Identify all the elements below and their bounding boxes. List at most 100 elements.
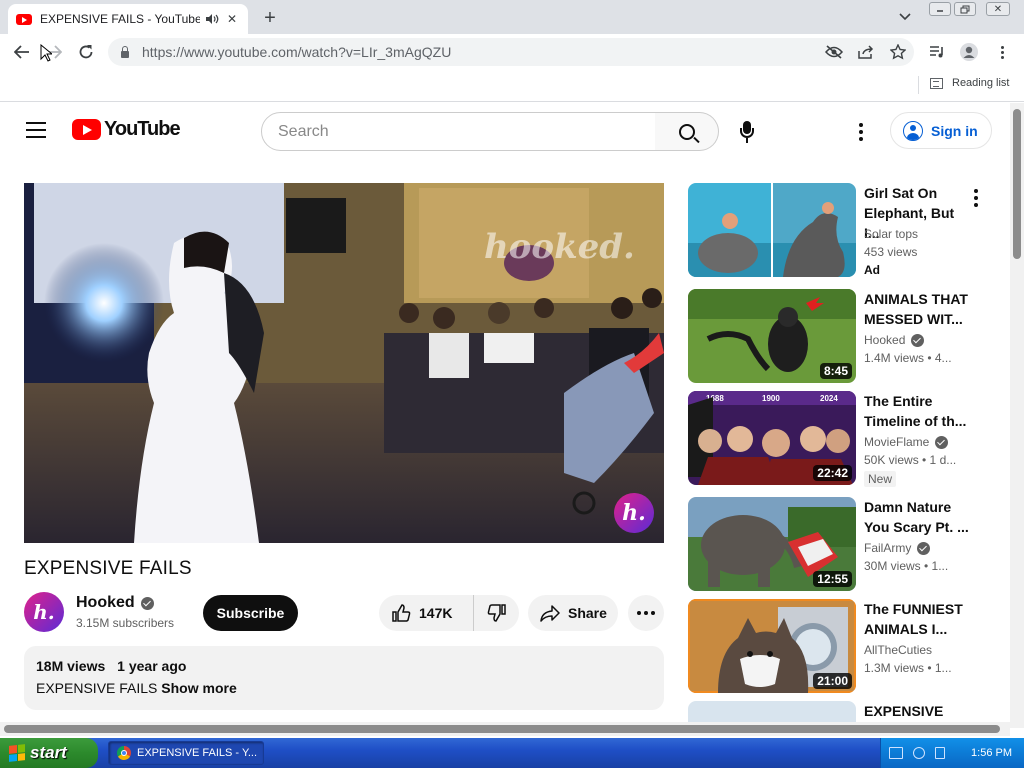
recommendation-meta: 50K views • 1 d... — [864, 453, 957, 467]
thumbnail[interactable] — [688, 183, 856, 277]
like-dislike-group: 147K — [379, 595, 519, 631]
thumbnail[interactable] — [688, 701, 856, 722]
profile-avatar-icon[interactable] — [959, 42, 979, 62]
windows-logo-icon — [9, 744, 25, 762]
video-player[interactable]: hooked. h. — [24, 183, 664, 543]
subscriber-count: 3.15M subscribers — [76, 616, 175, 630]
like-count: 147K — [419, 605, 453, 621]
taskbar-window-button[interactable]: EXPENSIVE FAILS - Y... — [108, 741, 264, 765]
recommendation-channel[interactable]: FailArmy — [864, 541, 931, 555]
recommendation-item[interactable]: Girl Sat On Elephant, But I... Solar top… — [688, 183, 998, 277]
recommendation-channel[interactable]: MovieFlame — [864, 435, 949, 449]
keyboard-icon[interactable] — [889, 747, 903, 759]
channel-avatar[interactable]: h. — [24, 592, 64, 632]
horizontal-scrollbar[interactable] — [0, 722, 1010, 736]
vertical-scrollbar[interactable] — [1010, 103, 1024, 728]
youtube-logo-text: YouTube — [104, 118, 181, 140]
view-count: 18M views — [36, 658, 106, 674]
voice-search-mic-icon[interactable] — [737, 121, 757, 143]
mouse-cursor-icon — [40, 44, 52, 62]
show-more-link[interactable]: Show more — [161, 680, 236, 696]
recommendation-item[interactable]: 21:00 The FUNNIEST ANIMALS I... AllTheCu… — [688, 599, 998, 693]
new-badge: New — [864, 471, 897, 487]
windows-taskbar: start EXPENSIVE FAILS - Y... 1:56 PM — [0, 738, 1024, 768]
reading-list-label: Reading list — [952, 77, 1010, 89]
restore-window-button[interactable] — [954, 2, 976, 16]
thumbnail[interactable]: 8:45 — [688, 289, 856, 383]
reading-list-icon — [930, 77, 943, 89]
verified-check-icon — [911, 333, 925, 347]
dislike-button[interactable] — [474, 595, 519, 631]
start-button[interactable]: start — [0, 738, 98, 768]
sign-in-button[interactable]: Sign in — [890, 112, 992, 149]
guide-menu-icon[interactable] — [26, 122, 46, 138]
subscribe-button[interactable]: Subscribe — [203, 595, 298, 631]
share-page-icon[interactable] — [856, 42, 876, 62]
search-input[interactable]: Search — [261, 112, 656, 151]
recommendation-title: ANIMALS THAT MESSED WIT... — [864, 291, 968, 327]
url-text[interactable]: https://www.youtube.com/watch?v=LIr_3mAg… — [142, 44, 451, 60]
recommendation-title: EXPENSIVE — [864, 703, 944, 719]
recommendation-channel[interactable]: Solar tops — [864, 227, 918, 241]
duration: 12:55 — [813, 571, 852, 587]
verified-check-icon — [935, 435, 949, 449]
reload-button[interactable] — [74, 40, 98, 64]
share-label: Share — [568, 605, 607, 621]
volume-icon[interactable] — [935, 747, 945, 759]
share-button[interactable]: Share — [528, 595, 618, 631]
description-text: EXPENSIVE FAILS — [36, 680, 158, 696]
close-window-button[interactable]: ✕ — [986, 2, 1010, 16]
eye-off-icon[interactable] — [824, 42, 844, 62]
more-actions-button[interactable] — [628, 595, 664, 631]
reading-list-button[interactable]: Reading list — [930, 77, 1009, 89]
audio-playing-icon[interactable] — [204, 11, 220, 27]
close-tab-icon[interactable]: ✕ — [224, 11, 240, 27]
browser-menu-icon[interactable] — [992, 42, 1012, 62]
description-box[interactable]: 18M views 1 year ago EXPENSIVE FAILS Sho… — [24, 646, 664, 710]
ad-badge: Ad — [864, 263, 880, 277]
recommendation-item[interactable]: EXPENSIVE — [688, 701, 998, 722]
recommendation-meta: 30M views • 1... — [864, 559, 949, 573]
address-bar[interactable]: https://www.youtube.com/watch?v=LIr_3mAg… — [108, 38, 914, 66]
tab-title: EXPENSIVE FAILS - YouTube — [40, 12, 200, 26]
search-icon — [678, 123, 695, 140]
recommendation-menu-icon[interactable] — [974, 189, 978, 207]
minimize-window-button[interactable] — [929, 2, 951, 16]
recommendation-title: The FUNNIEST ANIMALS I... — [864, 601, 963, 637]
bookmark-star-icon[interactable] — [888, 42, 908, 62]
recommendation-item[interactable]: 12:55 Damn Nature You Scary Pt. ... Fail… — [688, 497, 998, 591]
youtube-play-logo-icon — [72, 119, 101, 140]
scroll-thumb[interactable] — [1013, 109, 1021, 259]
thumbs-up-icon — [392, 604, 411, 622]
like-button[interactable]: 147K — [379, 595, 474, 631]
recommendation-channel[interactable]: AllTheCuties — [864, 643, 932, 657]
thumbnail[interactable]: 12:55 — [688, 497, 856, 591]
lock-icon — [120, 46, 130, 58]
tab-search-chevron-icon[interactable] — [894, 6, 916, 28]
back-button[interactable] — [10, 40, 34, 64]
thumbnail[interactable]: 1688 1900 2024 22:42 — [688, 391, 856, 485]
clock[interactable]: 1:56 PM — [971, 747, 1012, 759]
youtube-logo[interactable]: YouTube — [72, 118, 181, 141]
network-icon[interactable] — [913, 747, 925, 759]
new-tab-button[interactable]: + — [258, 6, 282, 30]
recommendation-item[interactable]: 8:45 ANIMALS THAT MESSED WIT... Hooked 1… — [688, 289, 998, 383]
search-button[interactable] — [655, 112, 719, 151]
thumbnail[interactable]: 21:00 — [688, 599, 856, 693]
scroll-thumb[interactable] — [4, 725, 1000, 733]
media-queue-icon[interactable] — [927, 42, 947, 62]
bookmark-bar: Reading list — [0, 70, 1024, 102]
taskbar-window-label: EXPENSIVE FAILS - Y... — [137, 747, 258, 759]
recommendation-item[interactable]: 1688 1900 2024 22:42 The Entire Timeline… — [688, 391, 998, 487]
thumbnail-year-label: 2024 — [820, 394, 838, 403]
browser-tab[interactable]: EXPENSIVE FAILS - YouTube ✕ — [8, 4, 248, 34]
verified-check-icon — [917, 541, 931, 555]
settings-more-icon[interactable] — [859, 123, 863, 141]
recommendation-meta: 1.3M views • 1... — [864, 661, 952, 675]
recommendation-channel[interactable]: Hooked — [864, 333, 925, 347]
channel-watermark-logo[interactable]: h. — [614, 493, 654, 533]
chrome-icon — [117, 746, 131, 760]
upload-age: 1 year ago — [117, 658, 187, 674]
channel-name-link[interactable]: Hooked — [76, 594, 154, 612]
recommendation-meta: 1.4M views • 4... — [864, 351, 952, 365]
